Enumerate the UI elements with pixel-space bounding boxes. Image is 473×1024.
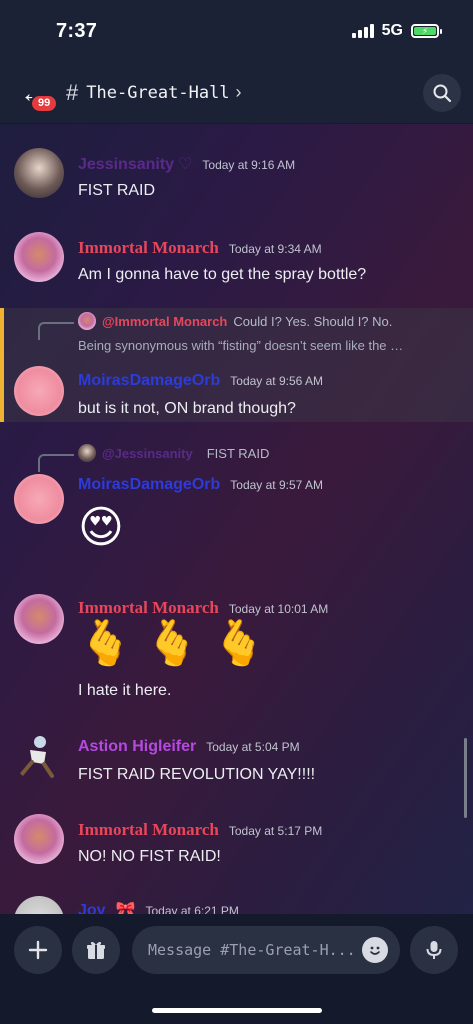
reply-text: FIST RAID [206, 445, 270, 461]
gift-icon [87, 941, 105, 959]
message-input[interactable]: Message #The-Great-H... [132, 926, 400, 974]
timestamp: Today at 5:17 PM [228, 824, 323, 838]
microphone-icon [426, 941, 442, 959]
search-icon [433, 84, 452, 102]
username[interactable]: Joy [78, 902, 106, 914]
reply-author[interactable]: @Immortal Monarch [102, 314, 227, 329]
avatar[interactable] [14, 896, 64, 914]
timestamp: Today at 9:34 AM [228, 242, 322, 256]
reply-preview[interactable]: @Immortal Monarch Could I? Yes. Should I… [78, 312, 392, 330]
message-text: FIST RAID [78, 182, 156, 199]
bow-icon: 🎀 [115, 902, 136, 914]
status-bar: 7:37 5G ⚡ [0, 0, 473, 62]
message-list[interactable]: Jessinsanity ♡ Today at 9:16 AM FIST RAID… [0, 124, 473, 914]
username[interactable]: MoirasDamageOrb [78, 372, 220, 390]
channel-name[interactable]: The-Great-Hall [86, 83, 229, 103]
username[interactable]: MoirasDamageOrb [78, 476, 220, 494]
gift-button[interactable] [72, 926, 120, 974]
timestamp: Today at 6:21 PM [145, 904, 239, 914]
timestamp: Today at 9:56 AM [230, 374, 323, 388]
message-text: I hate it here. [78, 682, 172, 699]
message-header: Jessinsanity ♡ Today at 9:16 AM [78, 154, 295, 174]
status-time: 7:37 [56, 19, 98, 42]
status-indicators: 5G ⚡ [351, 22, 442, 40]
avatar[interactable] [14, 232, 64, 282]
chevron-right-icon[interactable]: › [236, 82, 242, 103]
charging-icon: ⚡ [414, 26, 436, 36]
message-header: Immortal Monarch Today at 5:17 PM [78, 820, 322, 840]
reply-preview[interactable]: @Jessinsanity FIST RAID [78, 444, 269, 462]
timestamp: Today at 10:01 AM [228, 602, 329, 616]
reply-text: Could I? Yes. Should I? No. [233, 313, 393, 329]
reply-connector [38, 454, 74, 472]
hash-icon: # [66, 79, 79, 105]
back-button[interactable]: ← 99 [20, 80, 59, 113]
message-text: NO! NO FIST RAID! [78, 848, 221, 865]
username[interactable]: Jessinsanity [78, 156, 174, 174]
timestamp: Today at 9:16 AM [202, 158, 296, 172]
home-indicator[interactable] [152, 1008, 322, 1013]
reply-text-continued: Being synonymous with “fisting” doesn’t … [78, 338, 404, 353]
message-text: but is it not, ON brand though? [78, 400, 296, 417]
snap-emoji[interactable]: 🫰 [212, 622, 267, 666]
timestamp: Today at 5:04 PM [206, 740, 300, 754]
message-header: MoirasDamageOrb Today at 9:57 AM [78, 476, 323, 494]
timestamp: Today at 9:57 AM [230, 478, 323, 492]
snap-emoji[interactable]: 🫰 [78, 622, 133, 666]
search-button[interactable] [423, 73, 461, 112]
reply-avatar [78, 312, 96, 330]
avatar[interactable] [14, 732, 64, 782]
avatar[interactable] [14, 814, 64, 864]
plus-icon [28, 940, 48, 960]
message-header: Immortal Monarch Today at 10:01 AM [78, 598, 328, 618]
smiley-icon[interactable] [362, 937, 388, 963]
scrollbar[interactable] [464, 738, 467, 818]
emoji-row: 🫰 🫰 🫰 [78, 622, 266, 666]
avatar[interactable] [14, 594, 64, 644]
avatar[interactable] [14, 148, 64, 198]
username[interactable]: Immortal Monarch [78, 820, 219, 840]
voice-button[interactable] [410, 926, 458, 974]
avatar[interactable] [14, 366, 64, 416]
username[interactable]: Immortal Monarch [78, 238, 219, 258]
message-header: MoirasDamageOrb Today at 9:56 AM [78, 372, 323, 390]
message-placeholder: Message #The-Great-H... [148, 941, 356, 959]
channel-header: ← 99 # The-Great-Hall › [0, 62, 473, 124]
signal-icon [351, 24, 374, 38]
message-composer: Message #The-Great-H... [0, 914, 473, 1024]
message-header: Joy 🎀 Today at 6:21 PM [78, 900, 239, 914]
reply-avatar [78, 444, 96, 462]
snap-emoji[interactable]: 🫰 [145, 622, 200, 666]
message-text: Am I gonna have to get the spray bottle? [78, 266, 367, 283]
reply-connector [38, 322, 74, 340]
message-header: Immortal Monarch Today at 9:34 AM [78, 238, 322, 258]
heart-eyes-emoji[interactable]: 😍 [78, 506, 124, 550]
unread-badge: 99 [30, 93, 59, 113]
avatar[interactable] [14, 474, 64, 524]
character-figure-icon [20, 736, 54, 778]
username[interactable]: Immortal Monarch [78, 598, 219, 618]
battery-icon: ⚡ [411, 24, 442, 38]
add-button[interactable] [14, 926, 62, 974]
emoji-row: 😍 [78, 506, 124, 550]
heart-icon: ♡ [178, 156, 193, 173]
message-header: Astion Higleifer Today at 5:04 PM [78, 738, 300, 756]
message-text: FIST RAID REVOLUTION YAY!!!! [78, 766, 316, 783]
network-type: 5G [381, 22, 403, 39]
reply-author[interactable]: @Jessinsanity [102, 446, 193, 461]
username[interactable]: Astion Higleifer [78, 738, 196, 756]
